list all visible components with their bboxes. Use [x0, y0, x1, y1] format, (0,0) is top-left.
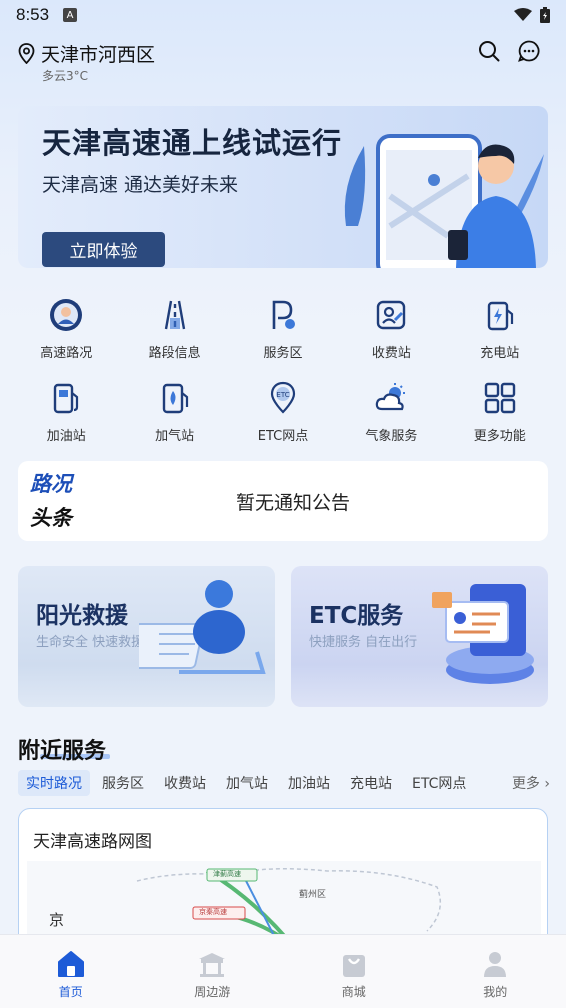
location-city: 天津市河西区: [41, 44, 156, 66]
tab-toll-station[interactable]: 收费站: [156, 770, 214, 796]
fuel-icon: [53, 383, 79, 414]
wifi-icon: [514, 8, 532, 21]
nav-label: 商城: [341, 985, 366, 999]
notification-icon: A: [63, 8, 78, 22]
weather-text: 多云3°C: [42, 69, 89, 83]
nav-mall[interactable]: 商城: [288, 935, 420, 1008]
road-icon: [164, 300, 185, 330]
grid-icon: [484, 382, 515, 414]
etc-icon: ETC: [270, 381, 296, 414]
service-charging[interactable]: 充电站: [446, 296, 554, 361]
service-gas[interactable]: 加气站: [120, 379, 228, 444]
parking-icon: [272, 300, 295, 329]
battery-icon: [540, 7, 550, 23]
map-title: 天津高速路网图: [33, 832, 152, 852]
gas-icon: [162, 383, 188, 414]
notice-text: 暂无通知公告: [235, 491, 350, 514]
traffic-avatar-icon: [50, 299, 83, 331]
status-time: 8:53: [16, 5, 50, 24]
service-etc[interactable]: ETC ETC网点: [229, 379, 337, 444]
location-selector[interactable]: 天津市河西区: [18, 40, 155, 67]
search-icon[interactable]: [478, 40, 500, 62]
nav-label: 我的: [483, 985, 508, 999]
nav-label: 周边游: [194, 985, 231, 999]
toll-icon: [377, 300, 406, 330]
card-title: 阳光救援: [36, 603, 128, 629]
banner-title: 天津高速通上线试运行: [42, 126, 343, 160]
card-title: ETC服务: [309, 603, 404, 629]
map-label: 京: [49, 911, 65, 929]
etc-card-illustration: [432, 584, 534, 684]
svg-text:ETC: ETC: [276, 391, 289, 399]
nav-label: 首页: [58, 985, 83, 999]
service-label: ETC网点: [257, 429, 309, 444]
tab-charging-station[interactable]: 充电站: [342, 770, 400, 796]
weather-icon: [376, 383, 406, 411]
notice-badge-bottom: 头条: [30, 506, 72, 530]
nearby-title: 附近服务: [18, 739, 107, 764]
try-now-button[interactable]: 立即体验: [42, 232, 165, 267]
service-label: 更多功能: [473, 429, 526, 444]
more-label: 更多: [511, 776, 540, 792]
location-pin-icon: [18, 43, 35, 64]
bottom-nav: 首页 周边游 商城 我的: [0, 934, 566, 1008]
charging-icon: [487, 301, 513, 331]
tab-gas-station[interactable]: 加气站: [218, 770, 276, 796]
banner-illustration: [344, 134, 544, 268]
notice-badge: 路况 头条: [18, 467, 98, 535]
status-bar: 8:53 A: [0, 0, 566, 30]
service-label: 气象服务: [365, 429, 418, 444]
card-subtitle: 生命安全 快速救援: [36, 635, 145, 650]
rescue-illustration: [139, 580, 266, 674]
notice-badge-top: 路况: [30, 472, 72, 496]
service-label: 高速路况: [40, 346, 93, 361]
etc-service-card[interactable]: ETC服务 快捷服务 自在出行: [291, 566, 548, 707]
service-road-info[interactable]: 路段信息: [120, 296, 228, 361]
service-label: 充电站: [480, 346, 520, 361]
shopping-bag-icon: [342, 955, 365, 977]
tab-service-area[interactable]: 服务区: [94, 770, 152, 796]
promo-banner[interactable]: 天津高速通上线试运行 天津高速 通达美好未来 立即体验: [18, 106, 548, 268]
nav-home[interactable]: 首页: [5, 935, 137, 1008]
map-label: 京秦高速: [199, 908, 227, 916]
service-label: 加气站: [155, 429, 195, 444]
service-toll[interactable]: 收费站: [337, 296, 445, 361]
more-link[interactable]: 更多 ›: [512, 773, 550, 793]
card-subtitle: 快捷服务 自在出行: [309, 635, 418, 650]
notice-bar[interactable]: 路况 头条 暂无通知公告: [18, 461, 548, 541]
service-more[interactable]: 更多功能: [446, 379, 554, 444]
rescue-card[interactable]: 阳光救援 生命安全 快速救援: [18, 566, 275, 707]
banner-subtitle: 天津高速 通达美好未来: [42, 174, 239, 196]
nav-profile[interactable]: 我的: [429, 935, 561, 1008]
service-area[interactable]: 服务区: [229, 296, 337, 361]
service-label: 收费站: [371, 346, 411, 361]
service-label: 服务区: [263, 346, 303, 361]
nearby-tabs: 实时路况 服务区 收费站 加气站 加油站 充电站 ETC网点 更多 ›: [18, 770, 550, 796]
pavilion-icon: [199, 953, 226, 977]
tab-realtime-traffic[interactable]: 实时路况: [18, 770, 90, 796]
message-icon[interactable]: [518, 40, 540, 62]
service-traffic[interactable]: 高速路况: [12, 296, 120, 361]
user-icon: [484, 952, 507, 977]
chevron-right-icon: ›: [544, 776, 550, 792]
tab-etc-outlet[interactable]: ETC网点: [404, 770, 474, 796]
service-fuel[interactable]: 加油站: [12, 379, 120, 444]
service-grid: 高速路况 路段信息 服务区 收费站 充电站 加油站 加气站 ETC ETC网点 …: [12, 296, 554, 444]
map-label: 津蓟高速: [213, 870, 241, 878]
tab-fuel-station[interactable]: 加油站: [280, 770, 338, 796]
service-label: 路段信息: [148, 346, 201, 361]
home-icon: [57, 951, 84, 977]
service-label: 加油站: [46, 429, 86, 444]
map-label: 蓟州区: [299, 890, 327, 900]
nav-nearby-travel[interactable]: 周边游: [146, 935, 278, 1008]
service-weather[interactable]: 气象服务: [337, 379, 445, 444]
